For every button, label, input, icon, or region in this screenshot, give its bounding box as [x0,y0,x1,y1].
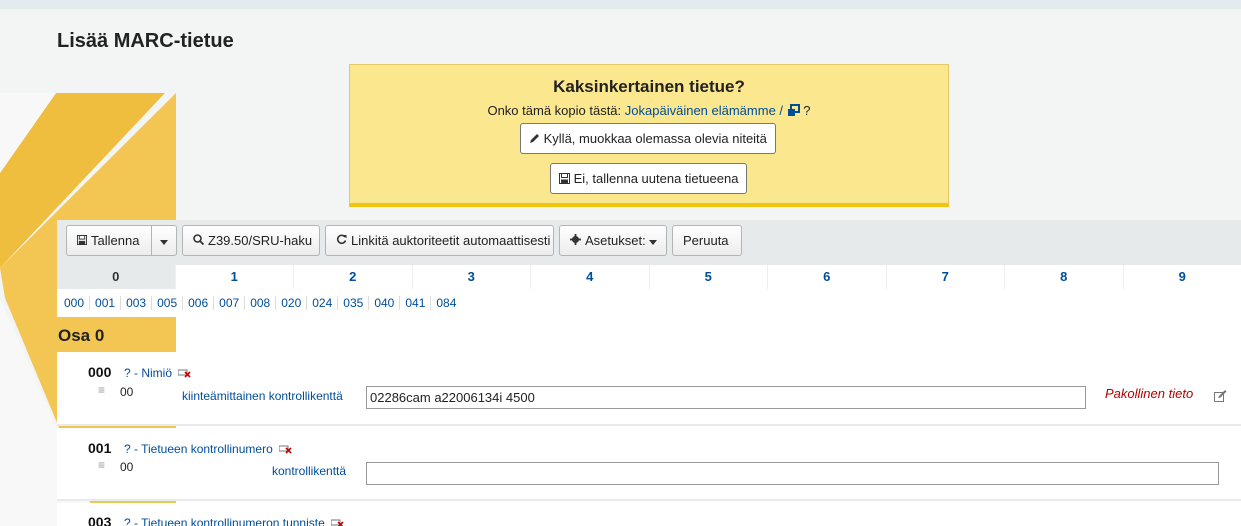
caret-down-icon [648,233,661,248]
delete-tag-icon[interactable] [278,443,292,454]
editor-toolbar: Tallenna Z39.50/SRU-haku Linkitä auktori… [57,220,1241,265]
tag-help-text: ? - Tietueen kontrollinumeron tunniste [124,516,325,526]
save-button[interactable]: Tallenna [66,225,152,256]
link-authorities-button[interactable]: Linkitä auktoriteetit automaattisesti [325,225,554,256]
no-save-new-label: Ei, tallenna uutena tietueena [573,171,739,186]
cancel-button[interactable]: Peruuta [672,225,742,256]
tag-number: 000 [88,364,112,380]
tag-help-link[interactable]: ? - Nimiö [124,366,191,380]
duplicate-question-mark: ? [803,103,811,118]
tag-003: 003 ? - Tietueen kontrollinumeron tunnis… [57,503,1241,526]
search-icon [193,233,208,248]
tab-1[interactable]: 1 [174,265,294,289]
delete-tag-icon[interactable] [177,367,191,378]
yes-edit-existing-label: Kyllä, muokkaa olemassa olevia niteitä [543,131,767,146]
tag-help-text: ? - Nimiö [124,366,173,380]
link-authorities-label: Linkitä auktoriteetit automaattisesti [351,233,551,248]
duplicate-record-link[interactable]: Jokapäiväinen elämämme / [625,103,783,118]
tag-number: 003 [88,514,112,526]
tab-2[interactable]: 2 [293,265,412,289]
pencil-icon [529,131,544,146]
field-link[interactable]: 001 [90,296,122,310]
tag-000: 000 ? - Nimiö ≡ 00 kiinteämittainen kont… [57,352,1241,426]
save-icon [77,233,91,248]
drag-handle-icon[interactable]: ≡ [98,383,105,397]
duplicate-title: Kaksinkertainen tietue? [553,77,745,96]
mandatory-label: Pakollinen tieto [1105,386,1194,401]
tag-001: 001 ? - Tietueen kontrollinumero ≡ 00 ko… [57,428,1241,501]
tag-number: 001 [88,440,112,456]
drag-handle-icon[interactable]: ≡ [98,458,105,472]
caret-down-icon [160,233,172,248]
duplicate-prompt: Onko tämä kopio tästä: [487,103,622,118]
tab-5[interactable]: 5 [648,265,768,289]
tag-help-link[interactable]: ? - Tietueen kontrollinumeron tunniste [124,516,344,526]
field-link[interactable]: 003 [121,296,153,310]
tag-tabs: 0 1 2 3 4 5 6 7 8 9 [57,265,1241,289]
section-title: Osa 0 [58,326,105,345]
duplicate-alert: Kaksinkertainen tietue? Onko tämä kopio … [349,64,949,207]
tab-3[interactable]: 3 [411,265,531,289]
leader-input[interactable] [366,386,1086,409]
field-link[interactable]: 041 [400,296,432,310]
page-title: Lisää MARC-tietue [57,30,234,52]
tag-indicators: 00 [120,385,134,399]
duplicate-prompt-line: Onko tämä kopio tästä: Jokapäiväinen elä… [350,103,948,118]
no-save-new-button[interactable]: Ei, tallenna uutena tietueena [550,163,748,194]
cancel-label: Peruuta [683,233,729,248]
z3950-search-label: Z39.50/SRU-haku [208,233,313,248]
refresh-icon [336,233,351,248]
subfield-label: kiinteämittainen kontrollikenttä [182,389,343,403]
field-link[interactable]: 020 [276,296,308,310]
save-label: Tallenna [91,233,140,248]
field-link[interactable]: 005 [152,296,184,310]
top-bar [0,0,1241,9]
field-link[interactable]: 000 [59,296,91,310]
field-link[interactable]: 006 [183,296,215,310]
z3950-search-button[interactable]: Z39.50/SRU-haku [182,225,320,256]
tag-indicators: 00 [120,460,134,474]
tag-help-link[interactable]: ? - Tietueen kontrollinumero [124,442,292,456]
subfield-label: kontrollikenttä [272,464,347,478]
tab-6[interactable]: 6 [767,265,886,289]
field-nav: 000 001 003 005 006 007 008 020 024 035 … [57,289,1241,317]
yes-edit-existing-button[interactable]: Kyllä, muokkaa olemassa olevia niteitä [520,123,776,154]
field-link[interactable]: 024 [307,296,339,310]
tag-help-text: ? - Tietueen kontrollinumero [124,442,273,456]
edit-icon[interactable] [1214,390,1227,402]
field-link[interactable]: 008 [245,296,277,310]
settings-dropdown-button[interactable]: Asetukset: [559,225,667,256]
settings-label: Asetukset: [585,233,646,248]
tab-0[interactable]: 0 [57,265,175,289]
open-window-icon[interactable] [787,104,800,117]
gear-icon [570,233,585,248]
tab-7[interactable]: 7 [885,265,1005,289]
field-link[interactable]: 040 [369,296,401,310]
save-dropdown-toggle[interactable] [151,225,177,256]
control-number-input[interactable] [366,462,1219,485]
save-icon [559,171,574,186]
delete-tag-icon[interactable] [330,517,344,526]
tab-8[interactable]: 8 [1004,265,1123,289]
tab-9[interactable]: 9 [1122,265,1241,289]
field-link[interactable]: 007 [214,296,246,310]
tab-4[interactable]: 4 [530,265,649,289]
field-link[interactable]: 035 [338,296,370,310]
field-link[interactable]: 084 [431,296,461,310]
